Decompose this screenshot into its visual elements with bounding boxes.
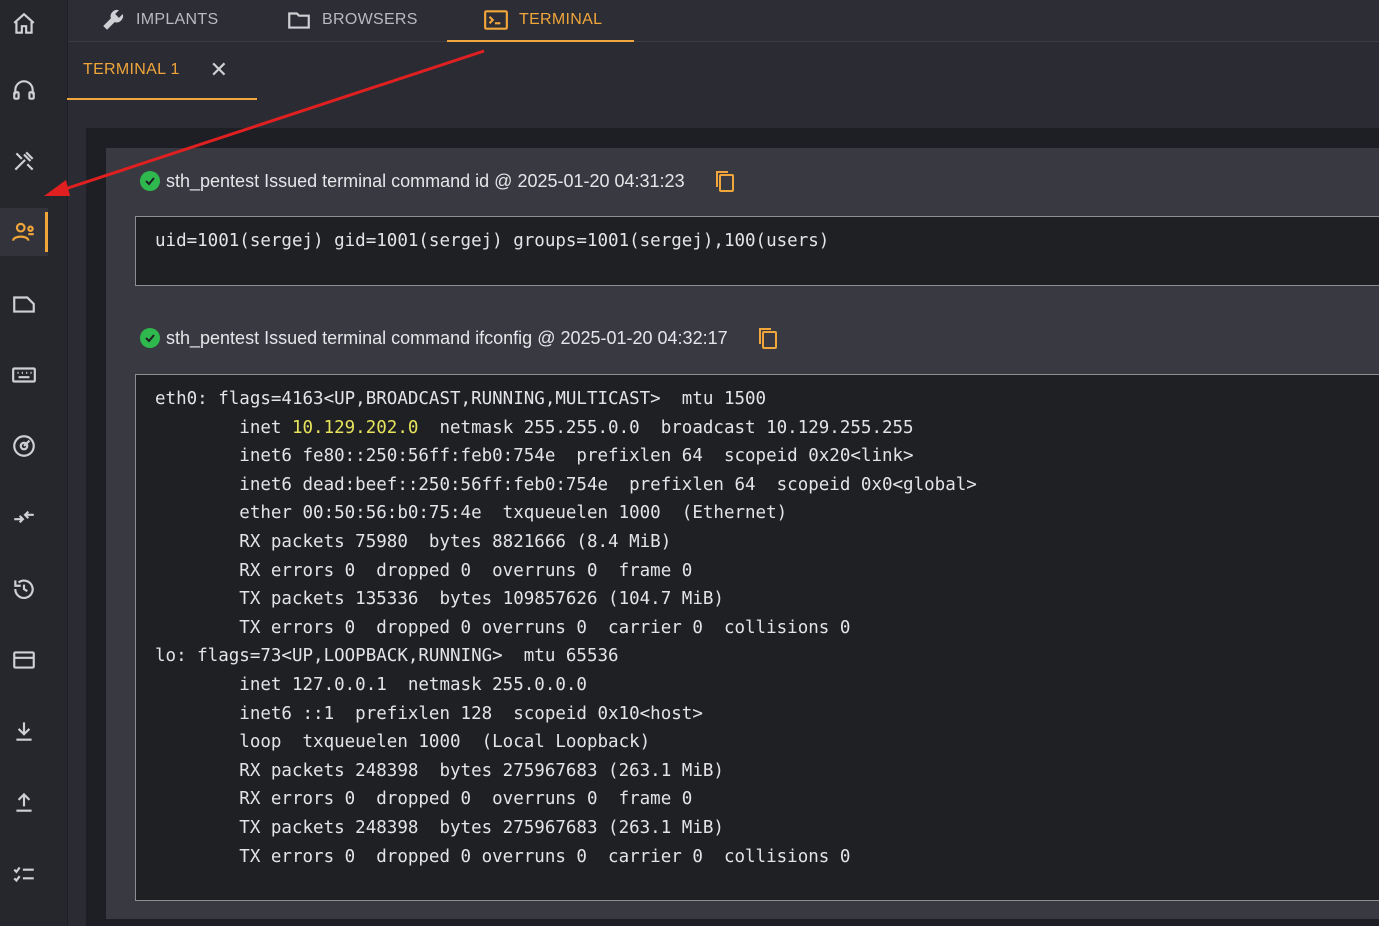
tab-browsers[interactable]: BROWSERS: [286, 0, 418, 40]
tab-terminal-label: TERMINAL: [519, 11, 603, 28]
upload-icon[interactable]: [0, 778, 48, 826]
crosshair-icon[interactable]: [0, 422, 48, 470]
checklist-icon[interactable]: [0, 850, 48, 898]
download-icon[interactable]: [0, 707, 48, 755]
subtab-terminal-1[interactable]: TERMINAL 1 ✕: [67, 42, 257, 100]
close-icon[interactable]: ✕: [210, 59, 229, 81]
output-line: eth0: flags=4163<UP,BROADCAST,RUNNING,MU…: [155, 389, 767, 409]
command-header-text: sth_pentest Issued terminal command ifco…: [166, 327, 728, 348]
tools-icon[interactable]: [0, 137, 48, 185]
home-icon[interactable]: [0, 0, 48, 48]
command-output: uid=1001(sergej) gid=1001(sergej) groups…: [135, 216, 1379, 286]
folder-icon[interactable]: [0, 280, 48, 328]
wrench-icon: [103, 9, 124, 30]
check-circle-icon: [140, 171, 160, 191]
highlighted-ip: 10.129.202.0: [291, 417, 419, 438]
output-inet-suffix: netmask 255.255.0.0 broadcast 10.129.255…: [418, 417, 914, 438]
command-header-text: sth_pentest Issued terminal command id @…: [166, 170, 685, 191]
left-nav-rail: [0, 0, 68, 926]
folder-outline-icon: [288, 12, 310, 29]
tab-browsers-label: BROWSERS: [322, 11, 418, 28]
output-inet-prefix: inet: [155, 417, 292, 438]
tab-implants-label: IMPLANTS: [136, 11, 219, 28]
tab-implants[interactable]: IMPLANTS: [100, 0, 218, 40]
users-icon[interactable]: [0, 208, 48, 256]
console-icon: [484, 10, 508, 30]
copy-icon[interactable]: [713, 168, 737, 194]
top-tab-bar: IMPLANTS BROWSERS TERMINAL: [68, 0, 1379, 42]
command-output: eth0: flags=4163<UP,BROADCAST,RUNNING,MU…: [135, 374, 1379, 901]
command-header: sth_pentest Issued terminal command ifco…: [140, 324, 780, 352]
keyboard-icon[interactable]: [0, 351, 48, 399]
swap-icon[interactable]: [0, 493, 48, 541]
headset-icon[interactable]: [0, 66, 48, 114]
copy-icon[interactable]: [756, 325, 780, 351]
command-header: sth_pentest Issued terminal command id @…: [140, 167, 737, 195]
output-text: uid=1001(sergej) gid=1001(sergej) groups…: [155, 231, 830, 251]
history-icon[interactable]: [0, 565, 48, 613]
check-circle-icon: [140, 328, 160, 348]
tab-terminal[interactable]: TERMINAL: [446, 0, 635, 42]
subtab-terminal-1-label: TERMINAL 1: [83, 61, 180, 78]
output-text: inet6 fe80::250:56ff:feb0:754e prefixlen…: [155, 446, 977, 867]
card-icon[interactable]: [0, 636, 48, 684]
